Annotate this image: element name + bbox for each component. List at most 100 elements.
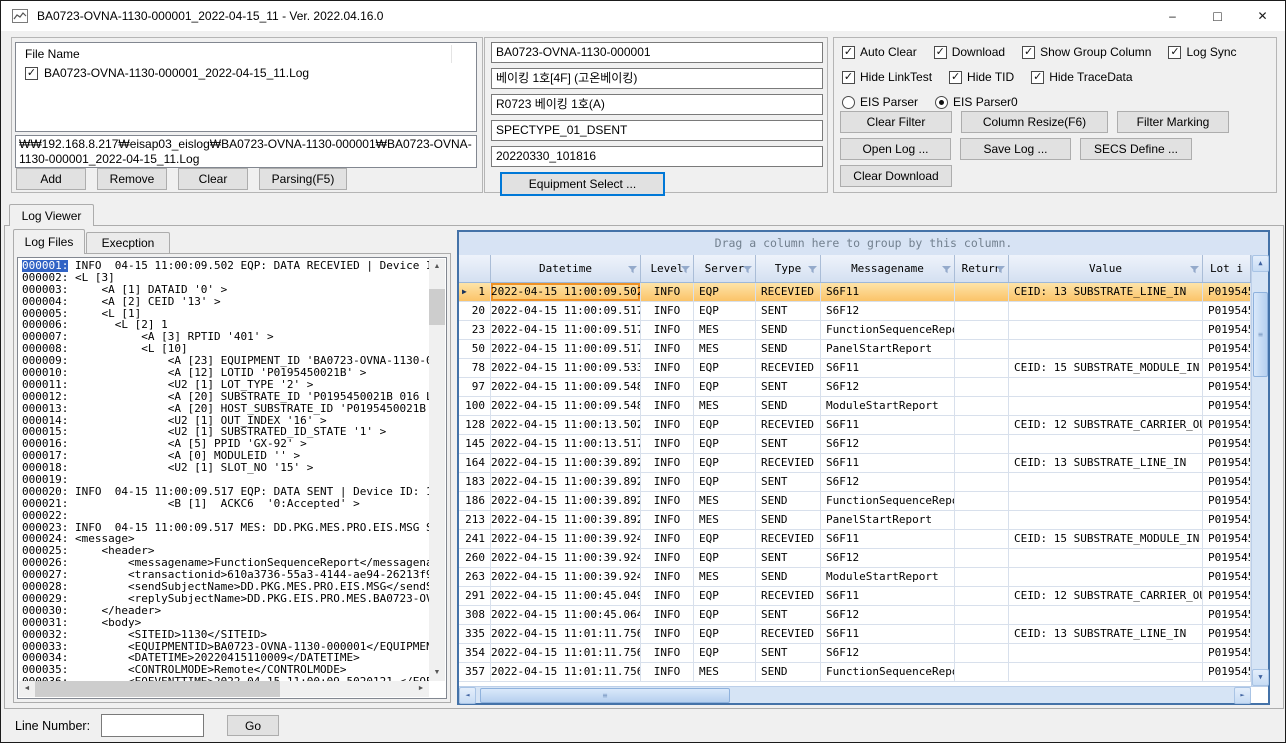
table-row[interactable]: 972022-04-15 11:00:09.548INFOEQPSENTS6F1… [459, 378, 1251, 397]
log-hscroll-track[interactable] [35, 681, 413, 697]
grid-scroll-right-icon[interactable]: ► [1234, 687, 1251, 704]
table-row[interactable]: 1282022-04-15 11:00:13.502INFOEQPRECEVIE… [459, 416, 1251, 435]
table-row[interactable]: 1832022-04-15 11:00:39.892INFOEQPSENTS6F… [459, 473, 1251, 492]
button-filter-marking[interactable]: Filter Marking [1117, 111, 1229, 133]
log-line[interactable]: 000018: <U2 [1] SLOT_NO '15' > [22, 462, 429, 474]
file-checkbox-icon[interactable]: ✓ [25, 67, 38, 80]
maximize-button[interactable]: □ [1195, 1, 1240, 31]
tab-log-viewer[interactable]: Log Viewer [9, 204, 94, 226]
grid-vscroll-track[interactable]: ≡ [1252, 272, 1268, 669]
table-row[interactable]: 202022-04-15 11:00:09.517INFOEQPSENTS6F1… [459, 302, 1251, 321]
scroll-down-icon[interactable]: ▼ [429, 665, 445, 681]
checkbox-auto-clear[interactable]: ✓Auto Clear [842, 45, 917, 59]
log-line[interactable]: 000003: <A [1] DATAID '0' > [22, 284, 429, 296]
table-row[interactable]: 232022-04-15 11:00:09.517INFOMESSENDFunc… [459, 321, 1251, 340]
column-header-value[interactable]: Value [1009, 255, 1203, 282]
log-line[interactable]: 000021: <B [1] ACKC6 '0:Accepted' > [22, 498, 429, 510]
table-row[interactable]: 2632022-04-15 11:00:39.924INFOMESSENDMod… [459, 568, 1251, 587]
log-line[interactable]: 000031: <body> [22, 617, 429, 629]
line-number-input[interactable] [101, 714, 204, 737]
checkbox-hide-linktest[interactable]: ✓Hide LinkTest [842, 70, 932, 84]
grid-vertical-scrollbar[interactable]: ▲ ≡ ▼ [1251, 255, 1268, 686]
column-header-lot-i[interactable]: Lot i [1203, 255, 1251, 282]
tab-exception[interactable]: Execption [86, 232, 170, 253]
grid-horizontal-scrollbar[interactable]: ◄ ≡ ► [459, 686, 1268, 703]
button-parsing-f5[interactable]: Parsing(F5) [259, 168, 347, 190]
file-list[interactable]: File Name ✓ BA0723-OVNA-1130-000001_2022… [15, 42, 477, 132]
table-row[interactable]: 3082022-04-15 11:00:45.064INFOEQPSENTS6F… [459, 606, 1251, 625]
column-header-type[interactable]: Type [756, 255, 821, 282]
radio-eis-parser[interactable]: EIS Parser [842, 95, 918, 109]
button-secs-define[interactable]: SECS Define ... [1080, 138, 1192, 160]
button-remove[interactable]: Remove [97, 168, 167, 190]
button-clear[interactable]: Clear [178, 168, 248, 190]
filter-icon[interactable] [808, 264, 817, 277]
checkbox-show-group-column[interactable]: ✓Show Group Column [1022, 45, 1151, 59]
button-column-resize-f6[interactable]: Column Resize(F6) [961, 111, 1108, 133]
equipment-field-0[interactable]: BA0723-OVNA-1130-000001 [491, 42, 823, 63]
table-row[interactable]: ▶12022-04-15 11:00:09.502INFOEQPRECEVIED… [459, 283, 1251, 302]
table-row[interactable]: 502022-04-15 11:00:09.517INFOMESSENDPane… [459, 340, 1251, 359]
grid-hscroll-thumb[interactable]: ≡ [480, 688, 730, 703]
filter-icon[interactable] [743, 264, 752, 277]
grid-group-panel[interactable]: Drag a column here to group by this colu… [459, 232, 1268, 255]
log-line[interactable]: 000022: [22, 510, 429, 522]
log-hscroll-thumb[interactable] [35, 681, 280, 697]
button-open-log[interactable]: Open Log ... [840, 138, 951, 160]
file-list-item[interactable]: ✓ BA0723-OVNA-1130-000001_2022-04-15_11.… [16, 66, 476, 80]
scroll-right-icon[interactable]: ► [413, 681, 429, 697]
table-row[interactable]: 1862022-04-15 11:00:39.892INFOMESSENDFun… [459, 492, 1251, 511]
column-header-return[interactable]: Return [955, 255, 1009, 282]
log-vertical-scrollbar[interactable]: ▲ ▼ [429, 259, 445, 681]
button-clear-download[interactable]: Clear Download [840, 165, 952, 187]
file-path-box[interactable]: ₩₩192.168.8.217₩eisap03_eislog₩BA0723-OV… [15, 135, 477, 168]
table-row[interactable]: 2132022-04-15 11:00:39.892INFOMESSENDPan… [459, 511, 1251, 530]
log-line[interactable]: 000013: <A [20] HOST_SUBSTRATE_ID 'P0195… [22, 403, 429, 415]
table-row[interactable]: 2412022-04-15 11:00:39.924INFOEQPRECEVIE… [459, 530, 1251, 549]
log-line[interactable]: 000030: </header> [22, 605, 429, 617]
checkbox-hide-tracedata[interactable]: ✓Hide TraceData [1031, 70, 1132, 84]
column-header-messagename[interactable]: Messagename [821, 255, 955, 282]
equipment-field-2[interactable]: R0723 베이킹 1호(A) [491, 94, 823, 115]
log-vscroll-thumb[interactable] [429, 289, 445, 325]
equipment-field-3[interactable]: SPECTYPE_01_DSENT [491, 120, 823, 141]
table-row[interactable]: 3572022-04-15 11:01:11.756INFOMESSENDFun… [459, 663, 1251, 682]
filter-icon[interactable] [942, 264, 951, 277]
filter-icon[interactable] [628, 264, 637, 277]
equipment-select-button[interactable]: Equipment Select ... [500, 172, 665, 196]
log-line[interactable]: 000004: <A [2] CEID '13' > [22, 296, 429, 308]
log-line[interactable]: 000012: <A [20] SUBSTRATE_ID 'P019545002… [22, 391, 429, 403]
table-row[interactable]: 2912022-04-15 11:00:45.049INFOEQPRECEVIE… [459, 587, 1251, 606]
log-line[interactable]: 000011: <U2 [1] LOT_TYPE '2' > [22, 379, 429, 391]
table-row[interactable]: 2602022-04-15 11:00:39.924INFOEQPSENTS6F… [459, 549, 1251, 568]
checkbox-download[interactable]: ✓Download [934, 45, 1005, 59]
log-line[interactable]: 000032: <SITEID>1130</SITEID> [22, 629, 429, 641]
log-line[interactable]: 000002: <L [3] [22, 272, 429, 284]
column-header-level[interactable]: Level [641, 255, 694, 282]
column-header-server[interactable]: Server [694, 255, 756, 282]
grid-scroll-down-icon[interactable]: ▼ [1252, 669, 1269, 686]
button-add[interactable]: Add [16, 168, 86, 190]
checkbox-log-sync[interactable]: ✓Log Sync [1168, 45, 1236, 59]
equipment-field-1[interactable]: 베이킹 1호[4F] (고온베이킹) [491, 68, 823, 89]
tab-log-files[interactable]: Log Files [13, 229, 85, 254]
close-button[interactable]: ✕ [1240, 1, 1285, 31]
filter-icon[interactable] [681, 264, 690, 277]
log-text-area[interactable]: 000001: INFO 04-15 11:00:09.502 EQP: DAT… [17, 257, 447, 699]
checkbox-hide-tid[interactable]: ✓Hide TID [949, 70, 1014, 84]
equipment-field-4[interactable]: 20220330_101816 [491, 146, 823, 167]
log-horizontal-scrollbar[interactable]: ◄ ► [19, 681, 429, 697]
button-save-log[interactable]: Save Log ... [960, 138, 1071, 160]
grid-scroll-up-icon[interactable]: ▲ [1252, 255, 1269, 272]
button-clear-filter[interactable]: Clear Filter [840, 111, 952, 133]
go-button[interactable]: Go [227, 715, 279, 736]
table-row[interactable]: 3542022-04-15 11:01:11.756INFOEQPSENTS6F… [459, 644, 1251, 663]
scroll-left-icon[interactable]: ◄ [19, 681, 35, 697]
column-header-datetime[interactable]: Datetime [491, 255, 641, 282]
grid-vscroll-thumb[interactable]: ≡ [1253, 292, 1268, 377]
grid-hscroll-track[interactable]: ≡ [476, 687, 1234, 703]
filter-icon[interactable] [1190, 264, 1199, 277]
minimize-button[interactable]: – [1150, 1, 1195, 31]
table-row[interactable]: 1642022-04-15 11:00:39.892INFOEQPRECEVIE… [459, 454, 1251, 473]
grid-scroll-left-icon[interactable]: ◄ [459, 687, 476, 704]
